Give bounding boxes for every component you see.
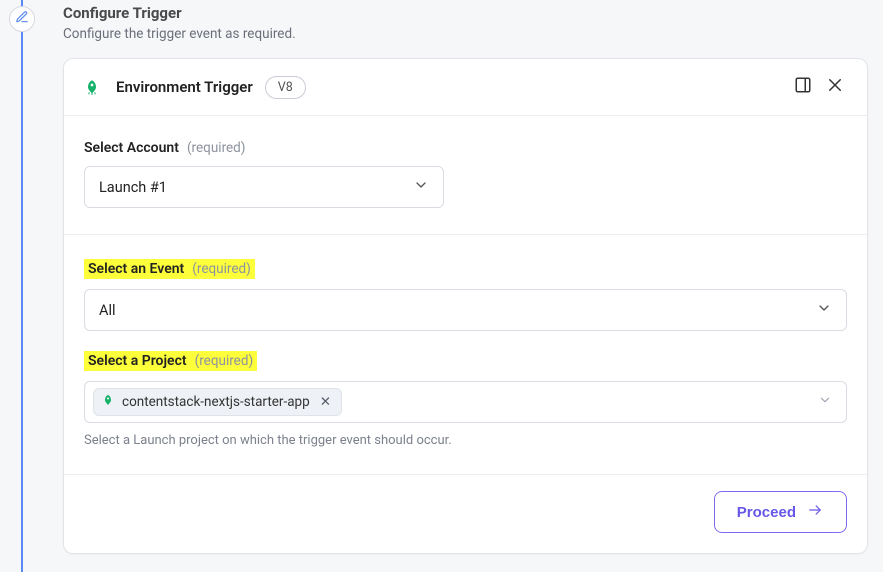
project-tag: contentstack-nextjs-starter-app ✕ bbox=[93, 388, 342, 416]
account-label: Select Account bbox=[84, 140, 179, 156]
proceed-button[interactable]: Proceed bbox=[714, 491, 847, 533]
account-required-hint: (required) bbox=[187, 140, 246, 156]
trigger-card: Environment Trigger V8 Select Account (r… bbox=[63, 58, 868, 554]
close-button[interactable] bbox=[819, 71, 851, 103]
project-required-hint: (required) bbox=[195, 353, 254, 369]
account-select[interactable]: Launch #1 bbox=[84, 166, 444, 208]
remove-tag-button[interactable]: ✕ bbox=[318, 394, 333, 410]
rocket-icon bbox=[80, 75, 104, 99]
step-title: Configure Trigger bbox=[63, 4, 868, 22]
project-label-row: Select a Project (required) bbox=[84, 351, 257, 371]
account-select-value: Launch #1 bbox=[99, 179, 167, 196]
close-icon bbox=[826, 76, 844, 98]
close-icon: ✕ bbox=[320, 394, 331, 410]
card-footer: Proceed bbox=[64, 475, 867, 553]
arrow-right-icon bbox=[806, 503, 824, 521]
step-header: Configure Trigger Configure the trigger … bbox=[63, 0, 868, 42]
event-label-row: Select an Event (required) bbox=[84, 259, 255, 279]
card-header: Environment Trigger V8 bbox=[64, 59, 867, 116]
rocket-icon bbox=[102, 394, 114, 410]
event-project-section: Select an Event (required) All Select a … bbox=[64, 235, 867, 475]
chevron-down-icon bbox=[413, 177, 429, 197]
event-required-hint: (required) bbox=[192, 261, 251, 277]
pencil-icon bbox=[15, 10, 29, 28]
event-select[interactable]: All bbox=[84, 289, 847, 331]
project-select[interactable]: contentstack-nextjs-starter-app ✕ bbox=[84, 381, 847, 423]
project-helper-text: Select a Launch project on which the tri… bbox=[84, 433, 847, 448]
account-label-row: Select Account (required) bbox=[84, 140, 847, 156]
step-subtitle: Configure the trigger event as required. bbox=[63, 26, 868, 42]
project-tag-label: contentstack-nextjs-starter-app bbox=[122, 394, 310, 410]
timeline-line bbox=[21, 0, 23, 572]
event-select-value: All bbox=[99, 302, 116, 319]
step-node-edit[interactable] bbox=[9, 6, 35, 32]
account-section: Select Account (required) Launch #1 bbox=[64, 116, 867, 235]
chevron-down-icon bbox=[818, 393, 832, 411]
panel-icon bbox=[794, 76, 812, 98]
configure-trigger-step: Configure Trigger Configure the trigger … bbox=[0, 0, 883, 572]
project-label: Select a Project bbox=[88, 353, 187, 369]
chevron-down-icon bbox=[816, 300, 832, 320]
proceed-label: Proceed bbox=[737, 504, 796, 521]
version-badge: V8 bbox=[265, 76, 306, 99]
panel-toggle-button[interactable] bbox=[787, 71, 819, 103]
event-label: Select an Event bbox=[88, 261, 184, 277]
card-title: Environment Trigger bbox=[116, 78, 253, 96]
